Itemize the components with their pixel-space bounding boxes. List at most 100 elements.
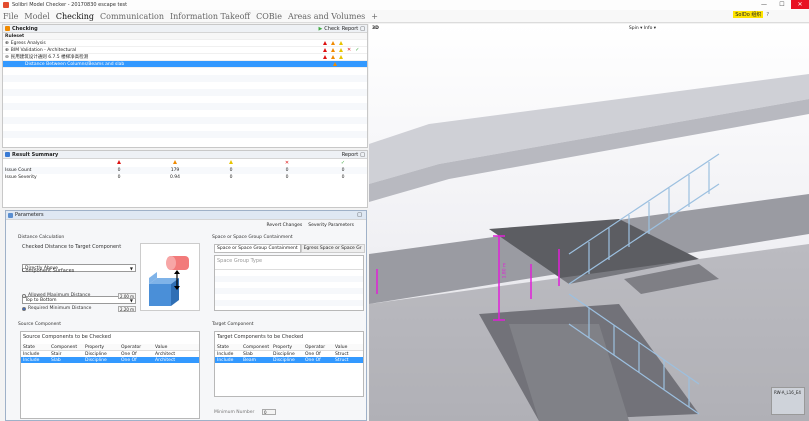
tab-egress-space[interactable]: Egress Space or Space Gr bbox=[300, 244, 365, 253]
expand-icon[interactable]: ⊕ bbox=[5, 41, 9, 46]
close-panel-icon[interactable]: □ bbox=[360, 26, 365, 32]
critical-icon bbox=[323, 47, 327, 52]
window-controls: — ☐ ✕ bbox=[755, 0, 809, 9]
table-row[interactable]: Include Stair Discipline One Of Architec… bbox=[21, 351, 199, 357]
low-col-icon bbox=[221, 160, 241, 166]
window-title: Solibri Model Checker - 20170830 escape … bbox=[12, 2, 128, 8]
menu-communication[interactable]: Communication bbox=[100, 12, 164, 21]
collapse-icon[interactable]: ⊖ bbox=[5, 55, 9, 60]
menu-right-tools: SolDo 组织 ? bbox=[733, 11, 771, 18]
cell: Include bbox=[23, 351, 40, 357]
close-panel-icon[interactable]: □ bbox=[357, 212, 362, 218]
allowed-max-input[interactable]: 2.00 m bbox=[118, 293, 136, 299]
moderate-icon bbox=[331, 55, 335, 59]
close-panel-icon[interactable]: □ bbox=[360, 152, 365, 158]
space-group-box: Space Group Type bbox=[214, 255, 364, 311]
close-button[interactable]: ✕ bbox=[791, 0, 809, 9]
menu-areas-volumes[interactable]: Areas and Volumes bbox=[288, 12, 365, 21]
window-titlebar: Solibri Model Checker - 20170830 escape … bbox=[0, 0, 809, 10]
ruleset-header: Ruleset bbox=[3, 33, 367, 40]
cell: One Of bbox=[121, 351, 137, 357]
ruleset-column-label: Ruleset bbox=[5, 33, 25, 39]
select-value: Top to Bottom bbox=[25, 297, 57, 303]
cell: Include bbox=[23, 357, 40, 363]
checking-panel: Checking ▶ Check Report □ Ruleset ⊕ Egre… bbox=[2, 24, 368, 148]
check-button[interactable]: Check bbox=[324, 26, 339, 32]
critical-col-icon bbox=[109, 160, 129, 166]
target-components-box: Target Components to be Checked State Co… bbox=[214, 331, 364, 397]
help-icon[interactable]: ? bbox=[766, 12, 769, 18]
cell: Discipline bbox=[85, 351, 107, 357]
report-button[interactable]: Report bbox=[342, 152, 359, 158]
radio-button-selected[interactable] bbox=[22, 306, 26, 311]
low-icon bbox=[339, 41, 343, 45]
issue-severity-row: Issue Severity 0 0.94 0 0 0 bbox=[3, 174, 367, 181]
expand-icon[interactable]: ⊕ bbox=[5, 48, 9, 53]
table-row-selected[interactable]: Include Slab Discipline One Of Architect bbox=[21, 357, 199, 363]
moderate-icon bbox=[333, 62, 337, 66]
menu-information-takeoff[interactable]: Information Takeoff bbox=[170, 12, 250, 21]
radio-button[interactable] bbox=[22, 293, 26, 298]
tab-space-containment[interactable]: Space or Space Group Containment bbox=[214, 244, 301, 253]
model-badge-label: RW-A_L16_E4 bbox=[774, 390, 801, 395]
cell: One Of bbox=[305, 351, 321, 357]
allowed-max-option[interactable]: Allowed Maximum Distance bbox=[22, 293, 90, 298]
report-button[interactable]: Report bbox=[342, 26, 359, 32]
severity-parameters-button[interactable]: Severity Parameters bbox=[308, 223, 354, 228]
target-components-title: Target Components to be Checked bbox=[217, 334, 304, 340]
parameters-toolbar: Revert Changes Severity Parameters bbox=[266, 223, 354, 228]
menu-add-tab[interactable]: + bbox=[371, 12, 378, 21]
rejected-icon: ✕ bbox=[347, 46, 352, 53]
menu-cobie[interactable]: COBie bbox=[256, 12, 282, 21]
ruleset-row-bim-validation[interactable]: ⊕ BIM Validation - Architectural ✕ ✓ bbox=[3, 47, 367, 54]
summary-toolbar: Report □ bbox=[342, 152, 365, 158]
check-icon[interactable]: ▶ bbox=[318, 26, 322, 32]
cell: 0 bbox=[229, 175, 233, 180]
ruleset-row-egress[interactable]: ⊕ Egress Analysis bbox=[3, 40, 367, 47]
cell: 0 bbox=[117, 175, 121, 180]
source-components-box: Source Components to be Checked State Co… bbox=[20, 331, 200, 419]
parameters-icon bbox=[8, 212, 13, 218]
distance-illustration bbox=[140, 243, 200, 311]
maximize-button[interactable]: ☐ bbox=[773, 0, 791, 9]
required-min-input[interactable]: 2.20 m bbox=[118, 306, 136, 312]
cell: 0 bbox=[285, 175, 289, 180]
header-cell: Operator bbox=[121, 344, 142, 350]
header-cell: Component bbox=[51, 344, 78, 350]
moderate-col-icon bbox=[165, 160, 185, 166]
ruleset-label: BIM Validation - Architectural bbox=[10, 47, 77, 53]
cell: Architect bbox=[155, 351, 176, 357]
model-badge: RW-A_L16_E4 bbox=[771, 387, 805, 415]
allowed-max-label: Allowed Maximum Distance bbox=[28, 293, 91, 298]
rule-row-selected[interactable]: Distance Between Columns/Beams and slab bbox=[3, 61, 367, 68]
3d-scene[interactable] bbox=[369, 24, 809, 421]
menu-checking[interactable]: Checking bbox=[56, 12, 94, 21]
space-group-list[interactable] bbox=[215, 269, 363, 309]
3d-view[interactable]: 3D Spin ▾ Info ▾ 1.80 m RW-A_L16_E4 bbox=[369, 24, 809, 421]
header-cell: Property bbox=[85, 344, 105, 350]
result-summary-header: Result Summary Report □ bbox=[3, 151, 367, 159]
cell: Discipline bbox=[273, 351, 295, 357]
parameters-header: Parameters □ bbox=[6, 211, 366, 220]
minimize-button[interactable]: — bbox=[755, 0, 773, 9]
distance-section-title: Distance Calculation bbox=[18, 235, 65, 240]
header-cell: State bbox=[217, 344, 229, 350]
table-row-selected[interactable]: Include Beam Discipline One Of Struct bbox=[215, 357, 363, 363]
ruleset-row-stair-headroom[interactable]: ⊖ 民用建筑设计通则 6.7.5 楼梯净高检测 bbox=[3, 54, 367, 61]
menu-model[interactable]: Model bbox=[24, 12, 49, 21]
menu-file[interactable]: File bbox=[3, 12, 18, 21]
revert-changes-button[interactable]: Revert Changes bbox=[266, 223, 302, 228]
result-summary-title: Result Summary bbox=[12, 151, 59, 158]
cell: One Of bbox=[305, 357, 321, 363]
table-row[interactable]: Include Slab Discipline One Of Struct bbox=[215, 351, 363, 357]
moderate-icon bbox=[331, 41, 335, 45]
summary-icon-row: ✕ ✓ bbox=[3, 159, 367, 167]
header-cell: Property bbox=[273, 344, 293, 350]
minimum-number-input[interactable]: 0 bbox=[262, 409, 276, 415]
required-min-option[interactable]: Required Minimum Distance bbox=[22, 306, 91, 311]
target-section-title: Target Component bbox=[212, 322, 254, 327]
3d-tool-buttons[interactable]: Spin ▾ Info ▾ bbox=[629, 26, 656, 31]
parameters-title: Parameters bbox=[15, 212, 44, 218]
user-badge[interactable]: SolDo 组织 bbox=[733, 11, 764, 18]
cell: Beam bbox=[243, 357, 256, 363]
